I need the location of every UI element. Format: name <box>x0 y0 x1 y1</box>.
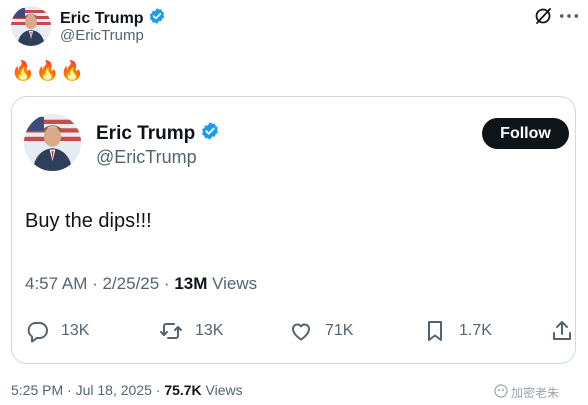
outer-tweet-meta: 5:25 PM · Jul 18, 2025 · 75.7K Views <box>11 382 243 398</box>
quoted-avatar[interactable] <box>24 114 81 171</box>
like-count: 71K <box>325 322 354 339</box>
share-icon <box>550 319 574 343</box>
quoted-author-name[interactable]: Eric Trump <box>96 121 220 147</box>
verified-badge-icon <box>148 7 166 30</box>
quoted-views-count: 13M <box>174 274 208 293</box>
share-button[interactable] <box>550 319 574 343</box>
reply-button[interactable]: 13K <box>25 319 89 343</box>
quoted-tweet-meta: 4:57 AM · 2/25/25 · 13M Views <box>25 274 257 294</box>
grok-icon[interactable] <box>533 6 553 26</box>
repost-count: 13K <box>195 322 224 339</box>
action-bar: 13K 13K 71K 1.7K <box>12 319 577 343</box>
quoted-name-text[interactable]: Eric Trump <box>96 123 195 145</box>
quoted-author-handle[interactable]: @EricTrump <box>96 147 197 168</box>
watermark: 加密老朱 <box>494 384 559 401</box>
outer-tweet-text: 🔥🔥🔥 <box>11 61 85 82</box>
follow-button[interactable]: Follow <box>482 118 569 149</box>
heart-icon <box>289 319 313 343</box>
quoted-tweet-card[interactable]: Eric Trump @EricTrump Follow Buy the dip… <box>11 96 576 364</box>
watermark-logo-icon <box>494 384 508 401</box>
repost-button[interactable]: 13K <box>159 319 223 343</box>
reply-count: 13K <box>61 322 90 339</box>
outer-author-handle[interactable]: @EricTrump <box>60 27 144 44</box>
outer-views-label: Views <box>201 382 243 398</box>
like-button[interactable]: 71K <box>289 319 353 343</box>
more-icon[interactable] <box>558 6 580 26</box>
outer-timestamp[interactable]: 5:25 PM · Jul 18, 2025 · <box>11 382 164 398</box>
reply-icon <box>25 319 49 343</box>
bookmark-icon <box>423 319 447 343</box>
quoted-timestamp[interactable]: 4:57 AM · 2/25/25 · <box>25 274 174 293</box>
watermark-text: 加密老朱 <box>511 386 560 400</box>
bookmark-button[interactable]: 1.7K <box>423 319 492 343</box>
quoted-views-label: Views <box>207 274 258 293</box>
outer-views-count: 75.7K <box>164 382 202 398</box>
outer-avatar[interactable] <box>11 6 51 46</box>
verified-badge-icon <box>200 121 220 147</box>
quoted-tweet-text: Buy the dips!!! <box>25 210 152 232</box>
bookmark-count: 1.7K <box>459 322 492 339</box>
repost-icon <box>159 319 183 343</box>
outer-name-text[interactable]: Eric Trump <box>60 10 144 28</box>
